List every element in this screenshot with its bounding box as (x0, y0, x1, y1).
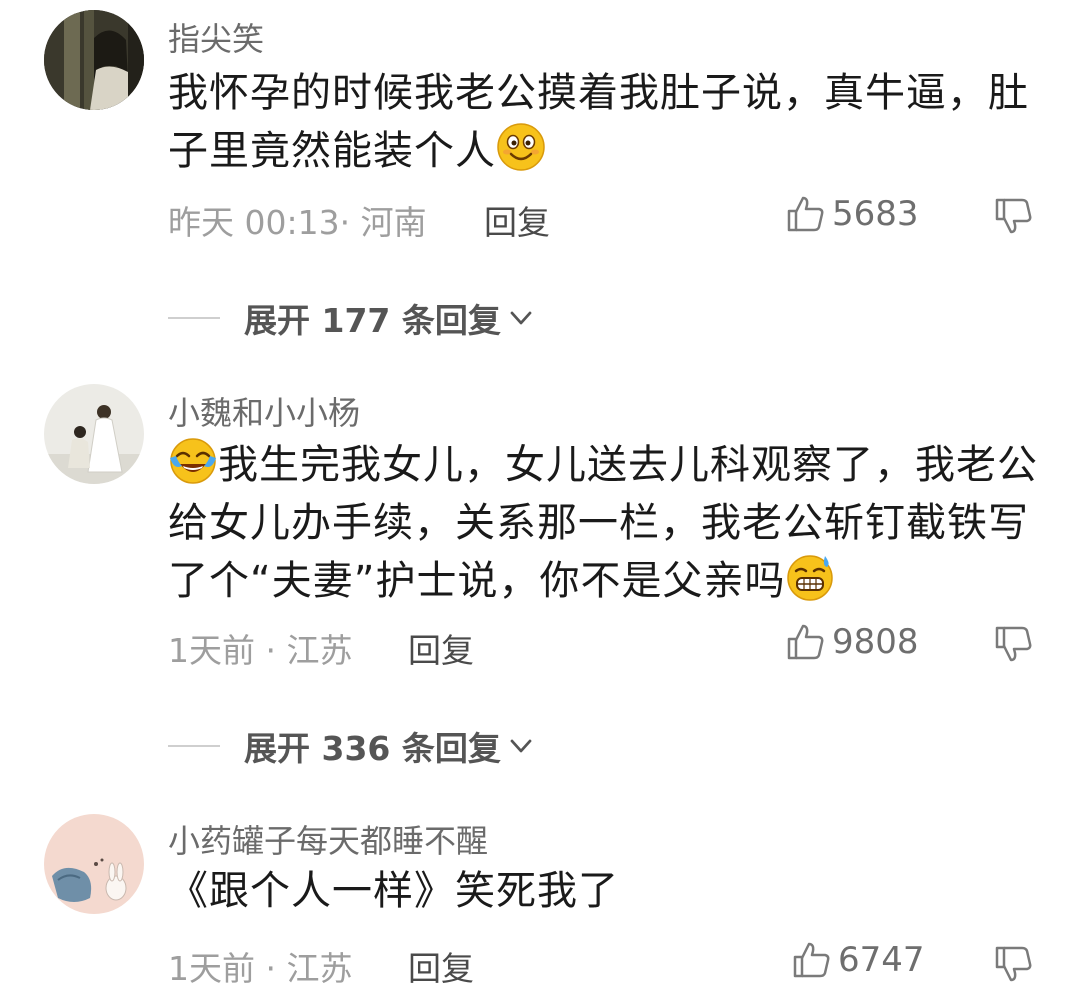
like-count: 5683 (832, 194, 919, 234)
thumbs-down-icon (995, 946, 1032, 982)
avatar[interactable] (44, 384, 144, 484)
divider (168, 317, 220, 319)
thumbs-up-icon (787, 196, 824, 232)
reply-button[interactable]: 回复 (408, 942, 474, 990)
chevron-down-icon (510, 739, 532, 753)
comment-text: 《跟个人一样》笑死我了 (168, 862, 1048, 920)
comment-text-content: 我生完我女儿，女儿送去儿科观察了，我老公给女儿办手续，关系那一栏，我老公斩钉截铁… (168, 442, 1038, 604)
comment-text: 我怀孕的时候我老公摸着我肚子说，真牛逼，肚子里竟然能装个人 (168, 64, 1048, 180)
comment-meta: 昨天 00:13· 河南 (168, 203, 427, 242)
comment-text-content: 我怀孕的时候我老公摸着我肚子说，真牛逼，肚子里竟然能装个人 (168, 70, 1029, 174)
divider (168, 745, 220, 747)
dislike-button[interactable] (994, 944, 1034, 988)
expand-replies-button[interactable]: 展开 336 条回复 (168, 722, 535, 770)
smile-emoji-icon (497, 123, 545, 171)
thumbs-up-icon (793, 942, 830, 978)
thumbs-down-icon (995, 198, 1032, 234)
avatar[interactable] (44, 10, 144, 110)
comment-meta: 1天前 · 江苏 (168, 631, 353, 670)
like-count: 6747 (838, 940, 925, 980)
comment-meta: 1天前 · 江苏 (168, 949, 353, 988)
avatar[interactable] (44, 814, 144, 914)
like-count: 9808 (832, 622, 919, 662)
comment-text: 我生完我女儿，女儿送去儿科观察了，我老公给女儿办手续，关系那一栏，我老公斩钉截铁… (168, 436, 1038, 610)
expand-replies-label: 展开 177 条回复 (244, 301, 501, 340)
grin-sweat-emoji-icon (787, 555, 834, 601)
thumbs-down-icon (995, 626, 1032, 662)
username[interactable]: 小药罐子每天都睡不醒 (168, 816, 488, 862)
expand-replies-label: 展开 336 条回复 (244, 729, 501, 768)
reply-button[interactable]: 回复 (484, 196, 550, 244)
like-button[interactable]: 6747 (792, 940, 925, 980)
dislike-button[interactable] (994, 196, 1034, 240)
dislike-button[interactable] (994, 624, 1034, 668)
username[interactable]: 小魏和小小杨 (168, 388, 360, 434)
username[interactable]: 指尖笑 (168, 14, 264, 60)
crying-laughing-emoji-icon (170, 438, 216, 484)
comment-text-content: 《跟个人一样》笑死我了 (168, 868, 619, 914)
thumbs-up-icon (787, 624, 824, 660)
expand-replies-button[interactable]: 展开 177 条回复 (168, 294, 535, 342)
like-button[interactable]: 9808 (786, 622, 919, 662)
reply-button[interactable]: 回复 (408, 624, 474, 672)
like-button[interactable]: 5683 (786, 194, 919, 234)
chevron-down-icon (510, 311, 532, 325)
